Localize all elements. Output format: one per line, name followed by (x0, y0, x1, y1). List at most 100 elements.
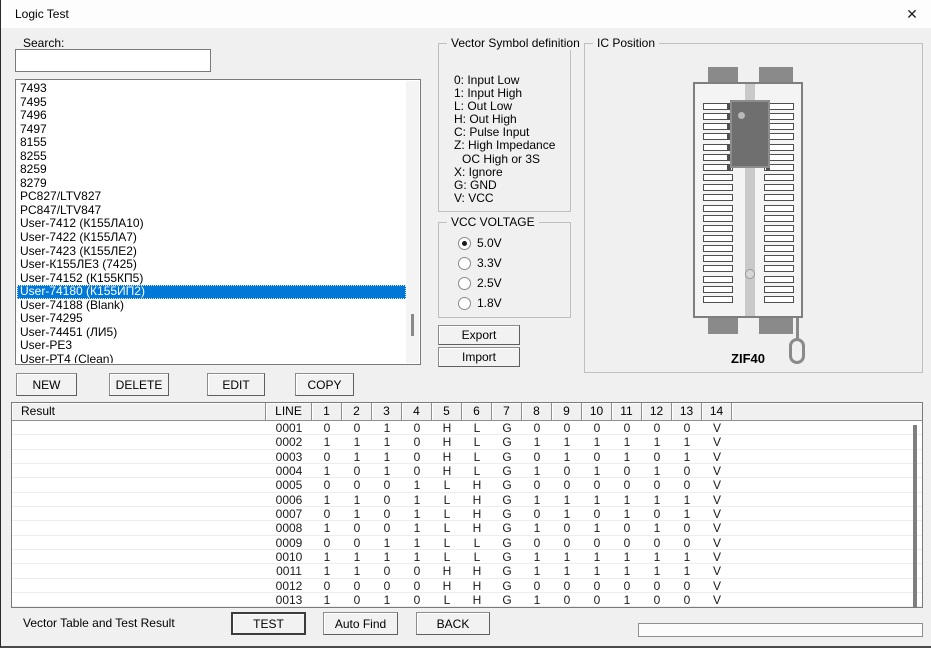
list-item[interactable]: User-74180 (К155ИП2) (17, 285, 406, 299)
line-cell: 0004 (266, 464, 312, 477)
table-row[interactable]: 00131010LHG100100V (12, 593, 922, 607)
search-input[interactable] (15, 49, 211, 72)
line-cell: 0007 (266, 507, 312, 520)
pin-cell: 1 (672, 493, 702, 506)
back-button[interactable]: BACK (416, 612, 490, 635)
line-cell: 0010 (266, 550, 312, 563)
table-row[interactable]: 00090011LLG000000V (12, 536, 922, 550)
list-item[interactable]: 8279 (17, 177, 406, 191)
delete-button[interactable]: DELETE (109, 373, 169, 396)
export-button[interactable]: Export (438, 325, 520, 345)
pin-cell: 1 (372, 593, 402, 606)
pin-cell: H (462, 579, 492, 592)
copy-button[interactable]: COPY (295, 373, 354, 396)
pin-cell: 1 (642, 521, 672, 534)
pin-cell: H (462, 593, 492, 606)
new-button[interactable]: NEW (16, 373, 77, 396)
list-item[interactable]: PC827/LTV827 (17, 190, 406, 204)
list-item[interactable]: User-РТ4 (Clean) (17, 353, 406, 363)
header-filler (732, 403, 922, 421)
status-label: Vector Table and Test Result (23, 616, 175, 630)
ic-list-scroll-thumb[interactable] (411, 314, 414, 336)
table-row[interactable]: 00120000HHG000000V (12, 579, 922, 593)
list-item[interactable]: 7493 (17, 82, 406, 96)
table-row[interactable]: 00041010HLG101010V (12, 464, 922, 478)
test-button[interactable]: TEST (231, 612, 306, 635)
pin-cell: 1 (522, 493, 552, 506)
vcc-option[interactable]: 2.5V (458, 275, 502, 291)
socket-slot-right (764, 296, 794, 303)
pin-cell: L (432, 493, 462, 506)
pin-cell: 1 (582, 564, 612, 577)
socket-slot-left (703, 245, 733, 252)
radio-button[interactable] (458, 277, 471, 290)
list-item[interactable]: 8155 (17, 136, 406, 150)
list-item[interactable]: User-74451 (ЛИ5) (17, 326, 406, 340)
result-column-header: Result (12, 403, 266, 421)
pin-cell: L (432, 593, 462, 606)
logic-test-window: Logic Test ✕ Search: 7493749574967497815… (0, 0, 931, 648)
import-button[interactable]: Import (438, 347, 520, 367)
pin-cell: 0 (672, 421, 702, 434)
vcc-option[interactable]: 5.0V (458, 235, 502, 251)
table-row[interactable]: 00070101LHG010101V (12, 507, 922, 521)
radio-button[interactable] (458, 257, 471, 270)
list-item[interactable]: User-РЕ3 (17, 339, 406, 353)
table-row[interactable]: 00021110HLG111111V (12, 435, 922, 449)
list-item[interactable]: User-7423 (К155ЛЕ2) (17, 245, 406, 259)
table-row[interactable]: 00111100HHG111111V (12, 564, 922, 578)
list-item[interactable]: 7496 (17, 109, 406, 123)
socket-slot-right (764, 276, 794, 283)
ic-position-group-title: IC Position (593, 36, 659, 50)
pin-cell: L (462, 421, 492, 434)
ic-listbox[interactable]: 74937495749674978155825582598279PC827/LT… (15, 79, 421, 365)
list-item[interactable]: User-74188 (Blank) (17, 299, 406, 313)
radio-button-selected[interactable] (458, 237, 471, 250)
pin-cell: 1 (552, 435, 582, 448)
table-row[interactable]: 00030110HLG010101V (12, 450, 922, 464)
socket-slot-left (703, 235, 733, 242)
pin-cell: 1 (312, 435, 342, 448)
table-row[interactable]: 00061101LHG111111V (12, 493, 922, 507)
radio-button[interactable] (458, 297, 471, 310)
pin-cell: 1 (402, 493, 432, 506)
auto-find-button[interactable]: Auto Find (323, 612, 398, 635)
close-icon[interactable]: ✕ (901, 4, 923, 24)
pin-cell: 1 (642, 435, 672, 448)
ic-list-scrollbar[interactable] (406, 81, 419, 363)
pin-cell: 1 (522, 464, 552, 477)
table-scroll-thumb[interactable] (913, 425, 917, 607)
table-row[interactable]: 00050001LHG000000V (12, 478, 922, 492)
pin-cell: 1 (342, 435, 372, 448)
list-item[interactable]: 8259 (17, 163, 406, 177)
list-item[interactable]: 7495 (17, 96, 406, 110)
pin-cell: 1 (642, 550, 672, 563)
pin-cell: 0 (372, 507, 402, 520)
socket-tab-top-right (759, 67, 793, 83)
pin-column-header: 5 (432, 403, 462, 421)
list-item[interactable]: 8255 (17, 150, 406, 164)
pin-cell: 1 (582, 464, 612, 477)
list-item[interactable]: User-7422 (К155ЛА7) (17, 231, 406, 245)
table-row[interactable]: 00010010HLG000000V (12, 421, 922, 435)
socket-slot-left (703, 154, 733, 161)
list-item[interactable]: User-74152 (К155КП5) (17, 272, 406, 286)
pin-cell: 0 (642, 478, 672, 491)
list-item[interactable]: 7497 (17, 123, 406, 137)
result-cell (12, 478, 266, 491)
list-item[interactable]: User-7412 (К155ЛА10) (17, 217, 406, 231)
vcc-option[interactable]: 1.8V (458, 295, 502, 311)
list-item[interactable]: User-К155ЛЕ3 (7425) (17, 258, 406, 272)
vcc-option[interactable]: 3.3V (458, 255, 502, 271)
table-row[interactable]: 00081001LHG101010V (12, 521, 922, 535)
pin-cell: 1 (522, 593, 552, 606)
pin-cell: V (702, 593, 732, 606)
pin-cell: H (462, 564, 492, 577)
list-item[interactable]: PC847/LTV847 (17, 204, 406, 218)
edit-button[interactable]: EDIT (207, 373, 265, 396)
pin-column-header: 12 (642, 403, 672, 421)
list-item[interactable]: User-74295 (17, 312, 406, 326)
line-cell: 0002 (266, 435, 312, 448)
table-row[interactable]: 00101111LLG111111V (12, 550, 922, 564)
vector-symbol-group-title: Vector Symbol definition (447, 36, 584, 50)
